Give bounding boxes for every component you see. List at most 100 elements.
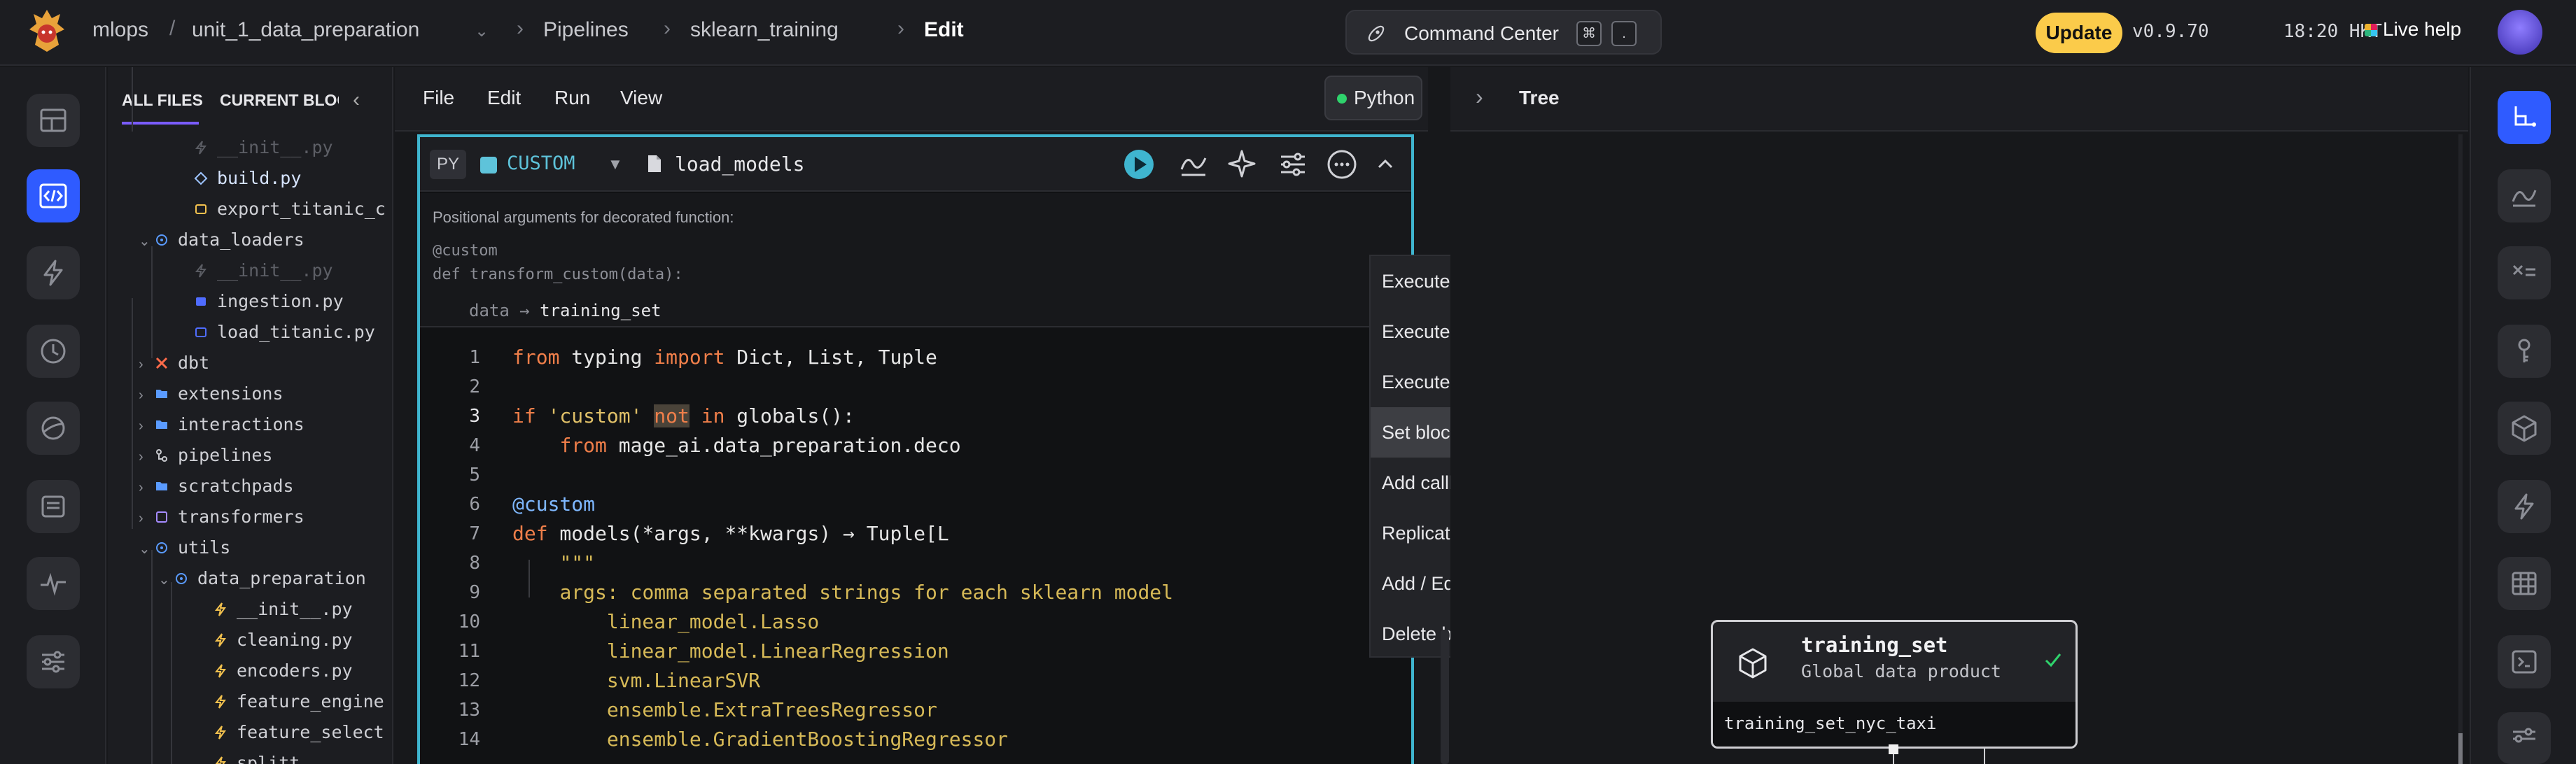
- terminal-button[interactable]: [2498, 635, 2551, 688]
- mage-logo-icon[interactable]: [28, 8, 66, 55]
- chevron-right-icon[interactable]: ›: [139, 388, 154, 404]
- file-item[interactable]: ingestion.py: [178, 291, 344, 319]
- panel-resize-handle[interactable]: [1441, 630, 1449, 764]
- code-editor-nav-button[interactable]: [27, 169, 80, 222]
- triangle-down-icon[interactable]: ▼: [608, 155, 623, 174]
- file-item-label: transformers: [178, 507, 304, 527]
- folder-item[interactable]: › scratchpads: [139, 476, 294, 504]
- more-options-icon[interactable]: [1326, 148, 1358, 181]
- file-item-label: data_preparation: [197, 568, 366, 588]
- code-line[interactable]: linear_model.Lasso: [512, 610, 819, 633]
- charts-button[interactable]: [2498, 169, 2551, 222]
- chevron-down-icon[interactable]: ⌄: [475, 21, 489, 41]
- update-button[interactable]: Update: [2036, 13, 2122, 53]
- tab-all-files[interactable]: ALL FILES: [122, 91, 203, 110]
- chevron-right-icon[interactable]: ›: [139, 449, 154, 465]
- file-item[interactable]: __init__.py: [178, 137, 333, 165]
- run-block-button[interactable]: [1123, 148, 1155, 181]
- code-line[interactable]: from typing import Dict, List, Tuple: [512, 346, 937, 369]
- file-item[interactable]: splitt: [197, 753, 300, 764]
- folder-item[interactable]: › interactions: [139, 414, 304, 442]
- chevron-right-icon[interactable]: ›: [139, 357, 154, 373]
- settings-nav-button[interactable]: [27, 635, 80, 688]
- code-line[interactable]: ensemble.GradientBoostingRegressor: [512, 728, 1008, 751]
- monitor-nav-button[interactable]: [27, 557, 80, 610]
- tab-current-blocks[interactable]: CURRENT BLOCKS: [220, 91, 339, 110]
- chevron-right-icon[interactable]: ›: [139, 511, 154, 527]
- logs-nav-button[interactable]: [27, 402, 80, 455]
- file-item[interactable]: feature_select: [197, 722, 384, 750]
- tree-scrollbar[interactable]: [2458, 134, 2463, 764]
- folder-item[interactable]: › transformers: [139, 507, 304, 535]
- file-item[interactable]: build.py: [178, 168, 301, 196]
- avatar[interactable]: [2498, 10, 2542, 55]
- file-item-label: utils: [178, 537, 231, 558]
- secrets-button[interactable]: [2498, 325, 2551, 378]
- sparkle-icon[interactable]: [1226, 148, 1259, 181]
- file-item[interactable]: export_titanic_c: [178, 199, 386, 227]
- command-center-button[interactable]: Command Center ⌘ .: [1345, 10, 1662, 55]
- runs-nav-button[interactable]: [27, 325, 80, 378]
- code-line[interactable]: args: comma separated strings for each s…: [512, 581, 1173, 604]
- folder-item[interactable]: ⌄ data_preparation: [158, 568, 366, 596]
- file-item-label: pipelines: [178, 445, 273, 465]
- breadcrumb-project[interactable]: mlops: [92, 18, 148, 42]
- tree-view-button[interactable]: [2498, 91, 2551, 144]
- collapse-panel-icon[interactable]: ‹: [353, 88, 360, 112]
- folder-item[interactable]: › pipelines: [139, 445, 272, 473]
- file-item[interactable]: cleaning.py: [197, 630, 353, 658]
- menu-run[interactable]: Run: [554, 87, 590, 109]
- python-file-icon: [213, 754, 237, 764]
- file-item[interactable]: feature_engine: [197, 691, 384, 719]
- code-line[interactable]: from mage_ai.data_preparation.deco: [512, 434, 960, 457]
- settings-sliders-icon[interactable]: [1277, 148, 1309, 181]
- code-line[interactable]: def models(*args, **kwargs) → Tuple[L: [512, 522, 949, 545]
- code-line[interactable]: @custom: [512, 493, 595, 516]
- settings-button[interactable]: [2498, 712, 2551, 764]
- chevron-right-icon[interactable]: ›: [139, 418, 154, 434]
- code-line[interactable]: ensemble.ExtraTreesRegressor: [512, 698, 937, 721]
- menu-view[interactable]: View: [620, 87, 662, 109]
- folder-item[interactable]: › dbt: [139, 353, 209, 381]
- table-button[interactable]: [2498, 557, 2551, 610]
- code-line[interactable]: """: [512, 551, 595, 574]
- file-item[interactable]: load_titanic.py: [178, 322, 375, 350]
- chart-icon[interactable]: [1177, 148, 1210, 181]
- arrow-right-icon: →: [509, 301, 540, 320]
- node-edge: [1893, 753, 1894, 764]
- argument-name: data: [469, 301, 510, 320]
- block-type-select[interactable]: CUSTOM: [507, 153, 575, 174]
- breadcrumb-subproject[interactable]: unit_1_data_preparation: [192, 18, 419, 42]
- menu-edit[interactable]: Edit: [487, 87, 521, 109]
- node-output-port[interactable]: [1889, 744, 1898, 754]
- code-line[interactable]: svm.LinearSVR: [512, 669, 760, 692]
- overview-nav-button[interactable]: [27, 94, 80, 147]
- chevron-up-icon[interactable]: [1369, 148, 1401, 181]
- menu-file[interactable]: File: [423, 87, 454, 109]
- shortcut-key: ⌘: [1576, 21, 1602, 46]
- triggers-button[interactable]: [2498, 480, 2551, 533]
- file-item[interactable]: encoders.py: [197, 660, 353, 688]
- variables-button[interactable]: [2498, 246, 2551, 299]
- kernel-language-label: Python: [1354, 87, 1415, 108]
- code-line[interactable]: if 'custom' not in globals():: [512, 404, 855, 427]
- triggers-nav-button[interactable]: [27, 246, 80, 299]
- terminal-nav-button[interactable]: [27, 480, 80, 533]
- chevron-right-icon[interactable]: ›: [139, 480, 154, 496]
- tree-scrollbar-thumb[interactable]: [2458, 733, 2463, 764]
- breadcrumb-pipeline-name[interactable]: sklearn_training: [690, 18, 839, 42]
- pipeline-node-training-set[interactable]: training_set Global data product trainin…: [1711, 620, 2078, 749]
- chevron-right-icon[interactable]: ›: [1476, 84, 1483, 110]
- kernel-language-badge[interactable]: Python: [1324, 76, 1422, 120]
- breadcrumb-pipelines[interactable]: Pipelines: [543, 18, 629, 42]
- code-line[interactable]: linear_model.LinearRegression: [512, 639, 949, 663]
- live-help-link[interactable]: Live help: [2365, 18, 2461, 41]
- live-help-label: Live help: [2383, 18, 2462, 40]
- block-settings-button[interactable]: [2498, 402, 2551, 455]
- folder-item[interactable]: › extensions: [139, 383, 284, 411]
- file-item[interactable]: __init__.py: [178, 260, 333, 288]
- code-editor[interactable]: 1 from typing import Dict, List, Tuple 2 3 i…: [420, 329, 1411, 764]
- block-name[interactable]: load_models: [675, 153, 804, 176]
- folder-item[interactable]: ⌄ data_loaders: [139, 229, 304, 257]
- file-item[interactable]: __init__.py: [197, 599, 353, 627]
